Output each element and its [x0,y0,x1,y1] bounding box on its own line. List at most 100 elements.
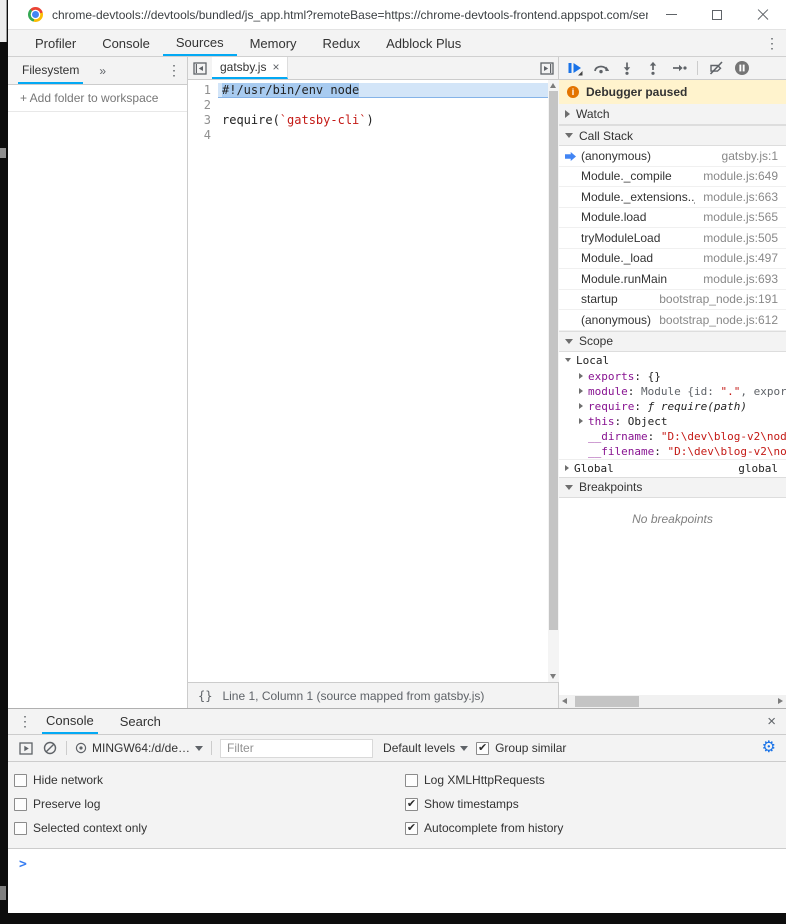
desktop-edge-tick [0,886,6,900]
scroll-right-icon[interactable] [778,698,783,704]
scroll-down-icon[interactable] [550,674,556,679]
scrollbar-thumb[interactable] [575,696,639,707]
call-stack-frame[interactable]: tryModuleLoadmodule.js:505 [559,228,786,249]
chrome-logo-icon [28,7,43,22]
settings-column-right: Log XMLHttpRequests ✔Show timestamps ✔Au… [405,768,786,840]
scope-local[interactable]: Local [559,352,786,369]
call-stack-frame[interactable]: (anonymous)bootstrap_node.js:612 [559,310,786,331]
navigator-overflow-menu-icon[interactable]: ⋮ [161,57,187,84]
breakpoints-section-header[interactable]: Breakpoints [559,477,786,498]
context-label: MINGW64:/d/de… [92,741,190,755]
watch-section-header[interactable]: Watch [559,104,786,125]
call-stack-frame[interactable]: Module._extensions..jsmodule.js:663 [559,187,786,208]
call-stack-frame[interactable]: (anonymous)gatsby.js:1 [559,146,786,167]
scope-global[interactable]: Globalglobal [559,459,786,477]
call-stack-frame[interactable]: Module._compilemodule.js:649 [559,167,786,188]
pause-on-exceptions-button[interactable] [734,60,750,76]
call-stack-frame[interactable]: startupbootstrap_node.js:191 [559,290,786,311]
code-area[interactable]: #!/usr/bin/env node require(`gatsby-cli`… [218,83,559,682]
more-tabs-icon[interactable]: » [93,57,112,84]
autocomplete-from-history-checkbox[interactable]: ✔Autocomplete from history [405,816,786,840]
line-number[interactable]: 2 [188,98,211,113]
add-folder-button[interactable]: + Add folder to workspace [8,85,187,112]
group-similar-checkbox[interactable]: ✔ Group similar [476,741,566,755]
tab-memory[interactable]: Memory [237,30,310,56]
tab-console[interactable]: Console [89,30,163,56]
close-icon [757,9,769,21]
drawer-overflow-menu-icon[interactable]: ⋮ [18,709,42,734]
checkbox-icon[interactable]: ✔ [476,742,489,755]
console-settings-gear-icon[interactable]: ⚙ [762,740,776,756]
tab-filesystem[interactable]: Filesystem [18,57,83,84]
checkbox-icon[interactable]: ✔ [405,822,418,835]
code-line-paused[interactable]: #!/usr/bin/env node [218,83,548,98]
show-console-sidebar-icon [19,742,33,755]
editor-status-bar: {} Line 1, Column 1 (source mapped from … [188,682,559,708]
show-right-panel-button[interactable] [535,57,559,79]
console-prompt-chevron[interactable]: > [8,849,786,872]
scope-var-filename[interactable]: __filename: "D:\dev\blog-v2\node_m [559,444,786,459]
close-drawer-icon[interactable]: × [767,709,776,734]
step-over-button[interactable] [593,60,609,76]
deactivate-breakpoints-button[interactable] [708,60,724,76]
scrollbar-thumb[interactable] [549,91,558,630]
selected-context-only-checkbox[interactable]: Selected context only [14,816,405,840]
preserve-log-checkbox[interactable]: Preserve log [14,792,405,816]
execution-context-selector[interactable]: MINGW64:/d/de… [75,741,203,755]
overflow-menu-icon[interactable]: ⋮ [758,30,786,56]
console-output[interactable]: > [8,849,786,913]
drawer-tab-console[interactable]: Console [42,709,98,734]
scope-var-dirname[interactable]: __dirname: "D:\dev\blog-v2\node_mo [559,429,786,444]
editor-tab-gatsby-js[interactable]: gatsby.js × [212,57,288,79]
show-timestamps-checkbox[interactable]: ✔Show timestamps [405,792,786,816]
pretty-print-button[interactable]: {} [198,689,212,703]
sidebar-horizontal-scrollbar[interactable] [559,695,786,708]
checkbox-icon[interactable]: ✔ [405,798,418,811]
pause-on-exceptions-icon [734,60,750,76]
resume-button[interactable] [567,60,583,76]
tab-profiler[interactable]: Profiler [22,30,89,56]
scope-section-header[interactable]: Scope [559,331,786,352]
step-button[interactable] [671,60,687,76]
drawer-tab-search[interactable]: Search [116,709,165,734]
scroll-up-icon[interactable] [550,83,556,88]
call-stack-frame[interactable]: Module.runMainmodule.js:693 [559,269,786,290]
line-number-gutter[interactable]: 1 2 3 4 [188,83,218,682]
hide-navigator-button[interactable] [188,57,212,79]
show-console-sidebar-button[interactable] [18,740,34,756]
step-into-button[interactable] [619,60,635,76]
collapsed-triangle-icon [565,110,570,118]
collapsed-triangle-icon [579,403,583,409]
line-number[interactable]: 4 [188,128,211,143]
step-out-button[interactable] [645,60,661,76]
call-stack-section-header[interactable]: Call Stack [559,125,786,146]
checkbox-icon[interactable] [14,774,27,787]
call-stack-frame[interactable]: Module.loadmodule.js:565 [559,208,786,229]
editor-vertical-scrollbar[interactable] [548,80,559,682]
tab-sources[interactable]: Sources [163,30,237,56]
close-button[interactable] [740,0,786,29]
scope-var-require[interactable]: require: ƒ require(path) [559,399,786,414]
filter-input[interactable] [220,739,373,758]
code-editor[interactable]: 1 2 3 4 #!/usr/bin/env node require(`gat… [188,80,559,682]
current-frame-arrow-icon [565,152,576,161]
checkbox-icon[interactable] [14,798,27,811]
scroll-left-icon[interactable] [562,698,567,704]
clear-console-button[interactable] [42,740,58,756]
scope-var-module[interactable]: module: Module {id: ".", exports: [559,384,786,399]
checkbox-icon[interactable] [405,774,418,787]
line-number[interactable]: 3 [188,113,211,128]
tab-adblock-plus[interactable]: Adblock Plus [373,30,474,56]
minimize-button[interactable] [648,0,694,29]
maximize-button[interactable] [694,0,740,29]
tab-redux[interactable]: Redux [310,30,374,56]
call-stack-frame[interactable]: Module._loadmodule.js:497 [559,249,786,270]
line-number[interactable]: 1 [188,83,211,98]
hide-network-checkbox[interactable]: Hide network [14,768,405,792]
close-tab-icon[interactable]: × [272,60,279,74]
log-levels-dropdown[interactable]: Default levels [383,741,468,755]
scope-var-exports[interactable]: exports: {} [559,369,786,384]
log-xmlhttprequests-checkbox[interactable]: Log XMLHttpRequests [405,768,786,792]
checkbox-icon[interactable] [14,822,27,835]
scope-var-this[interactable]: this: Object [559,414,786,429]
